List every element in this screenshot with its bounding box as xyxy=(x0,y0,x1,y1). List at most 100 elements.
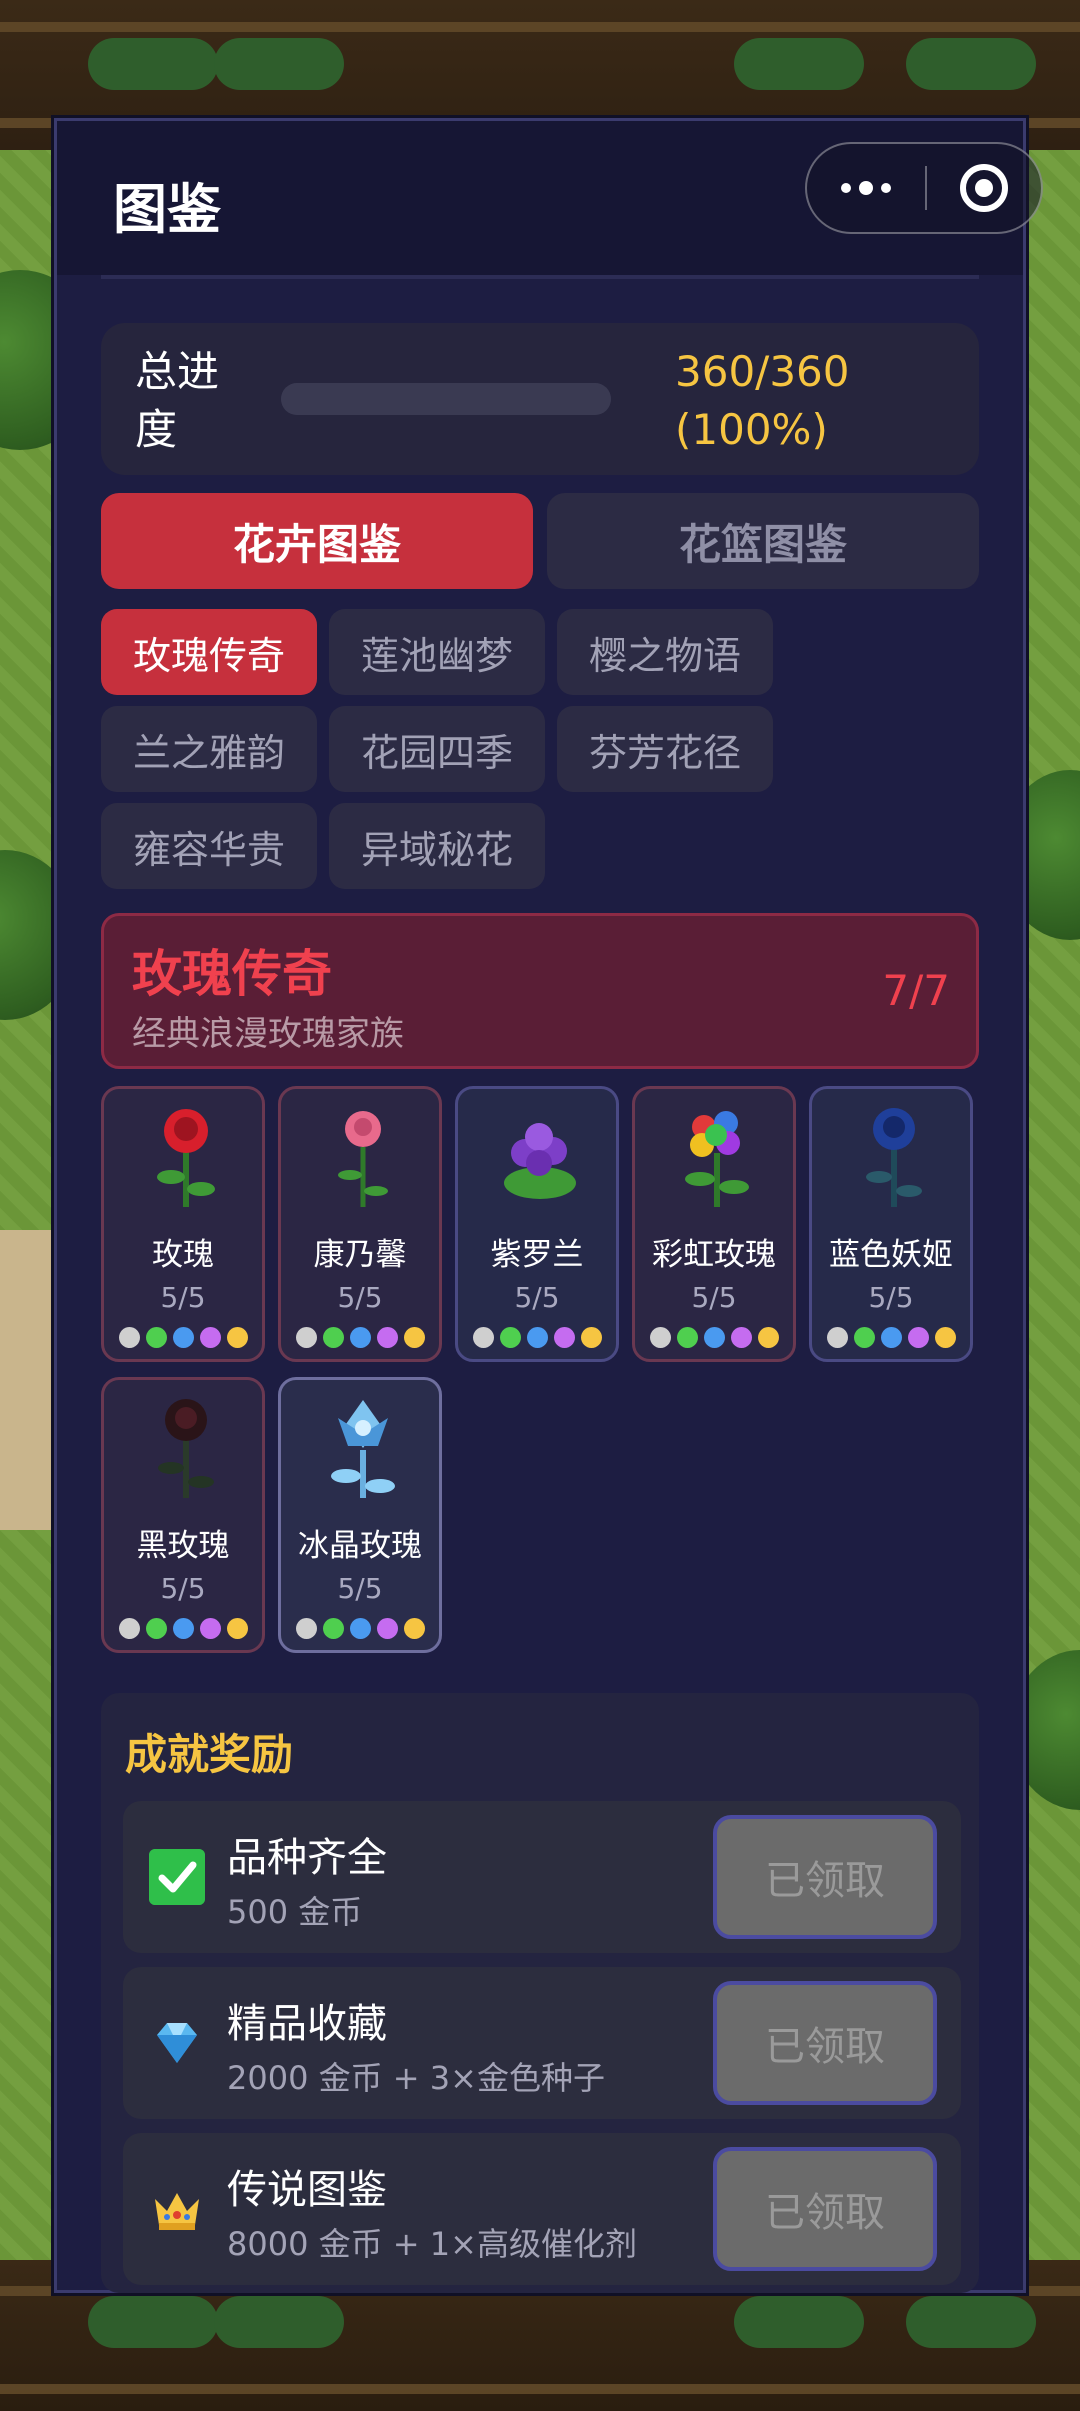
menu-capsule xyxy=(805,142,1043,234)
quality-dot xyxy=(322,1618,344,1639)
claimed-button[interactable]: 已领取 xyxy=(713,1981,937,2105)
series-tab-graceful-luxury[interactable]: 雍容华贵 xyxy=(101,803,317,889)
progress-value: 360/360 (100%) xyxy=(675,347,850,454)
quality-dot xyxy=(295,1327,317,1348)
quality-dot xyxy=(118,1618,140,1639)
quality-dot xyxy=(403,1618,425,1639)
achievement-reward: 2000 金币 + 3×金色种子 xyxy=(227,2059,605,2097)
quality-dot xyxy=(649,1327,671,1348)
flower-card-blue-rose[interactable]: 蓝色妖姬 5/5 xyxy=(809,1086,973,1362)
flower-card-violet[interactable]: 紫罗兰 5/5 xyxy=(455,1086,619,1362)
quality-dot xyxy=(703,1327,725,1348)
quality-dot xyxy=(349,1618,371,1639)
quality-dot xyxy=(376,1327,398,1348)
quality-dot xyxy=(376,1618,398,1639)
quality-dot xyxy=(172,1327,194,1348)
achievement-name: 品种齐全 xyxy=(227,1835,387,1881)
close-miniprogram-icon[interactable] xyxy=(927,164,1041,212)
quality-dot xyxy=(349,1327,371,1348)
quality-dot xyxy=(676,1327,698,1348)
quality-dot xyxy=(907,1327,929,1348)
flower-card-rose[interactable]: 玫瑰 5/5 xyxy=(101,1086,265,1362)
flower-card-rainbow-rose[interactable]: 彩虹玫瑰 5/5 xyxy=(632,1086,796,1362)
quality-dots xyxy=(281,1327,439,1348)
flower-name: 彩虹玫瑰 xyxy=(652,1237,776,1273)
panel-title: 图鉴 xyxy=(113,178,221,241)
quality-dot xyxy=(199,1618,221,1639)
flower-name: 紫罗兰 xyxy=(490,1237,584,1273)
series-count: 7/7 xyxy=(882,966,950,1015)
pink-carnation-icon xyxy=(338,1111,388,1207)
flower-count: 5/5 xyxy=(514,1281,560,1314)
achievement-reward: 500 金币 xyxy=(227,1893,363,1931)
quality-dot xyxy=(172,1618,194,1639)
progress-bar xyxy=(281,383,611,415)
series-tab-fragrant-path[interactable]: 芬芳花径 xyxy=(557,706,773,792)
more-options-icon[interactable] xyxy=(807,144,925,232)
quality-dot xyxy=(553,1327,575,1348)
achievement-name: 传说图鉴 xyxy=(227,2167,387,2213)
tab-basket-collection[interactable]: 花篮图鉴 xyxy=(547,493,979,589)
achievement-legend-collection: 传说图鉴 8000 金币 + 1×高级催化剂 已领取 xyxy=(123,2133,961,2285)
flower-card-black-rose[interactable]: 黑玫瑰 5/5 xyxy=(101,1377,265,1653)
quality-dot xyxy=(226,1618,248,1639)
flower-count: 5/5 xyxy=(337,1572,383,1605)
progress-bar-fill xyxy=(281,383,611,415)
flower-count: 5/5 xyxy=(691,1281,737,1314)
diamond-icon xyxy=(157,2023,197,2063)
flower-count: 5/5 xyxy=(868,1281,914,1314)
series-tab-garden-seasons[interactable]: 花园四季 xyxy=(329,706,545,792)
achievement-reward: 8000 金币 + 1×高级催化剂 xyxy=(227,2225,637,2263)
quality-dot xyxy=(226,1327,248,1348)
achievement-title: 成就奖励 xyxy=(125,1730,294,1779)
quality-dot xyxy=(934,1327,956,1348)
tab-flower-collection[interactable]: 花卉图鉴 xyxy=(101,493,533,589)
total-progress: 总进度 360/360 (100%) xyxy=(101,323,979,475)
flower-name: 玫瑰 xyxy=(152,1237,214,1273)
quality-dots xyxy=(281,1618,439,1639)
flower-name: 冰晶玫瑰 xyxy=(298,1528,422,1564)
series-tab-exotic-flowers[interactable]: 异域秘花 xyxy=(329,803,545,889)
flower-card-carnation[interactable]: 康乃馨 5/5 xyxy=(278,1086,442,1362)
crown-icon xyxy=(155,2193,199,2230)
violet-icon xyxy=(504,1123,576,1199)
quality-dot xyxy=(199,1327,221,1348)
claimed-button[interactable]: 已领取 xyxy=(713,2147,937,2271)
progress-label: 总进度 xyxy=(135,347,220,454)
claimed-button[interactable]: 已领取 xyxy=(713,1815,937,1939)
header-divider xyxy=(101,275,979,279)
series-tab-lotus-dream[interactable]: 莲池幽梦 xyxy=(329,609,545,695)
achievement-rewards: 成就奖励 品种齐全 500 金币 已领取 精品收藏 2000 金币 + 3×金色… xyxy=(101,1693,979,2293)
flower-name: 黑玫瑰 xyxy=(136,1528,230,1564)
quality-dot xyxy=(826,1327,848,1348)
flower-card-ice-rose[interactable]: 冰晶玫瑰 5/5 xyxy=(278,1377,442,1653)
series-header: 玫瑰传奇 经典浪漫玫瑰家族 7/7 xyxy=(101,913,979,1069)
quality-dots xyxy=(104,1618,262,1639)
ice-rose-icon xyxy=(331,1400,395,1498)
rainbow-rose-icon xyxy=(685,1111,749,1207)
quality-dot xyxy=(403,1327,425,1348)
quality-dot xyxy=(499,1327,521,1348)
flower-count: 5/5 xyxy=(337,1281,383,1314)
quality-dot xyxy=(580,1327,602,1348)
quality-dots xyxy=(812,1327,970,1348)
series-tab-sakura-story[interactable]: 樱之物语 xyxy=(557,609,773,695)
flower-count: 5/5 xyxy=(160,1281,206,1314)
quality-dot xyxy=(472,1327,494,1348)
quality-dots xyxy=(635,1327,793,1348)
blue-rose-icon xyxy=(866,1108,922,1207)
series-tab-orchid-elegance[interactable]: 兰之雅韵 xyxy=(101,706,317,792)
black-rose-icon xyxy=(158,1399,214,1498)
quality-dot xyxy=(526,1327,548,1348)
checkmark-icon xyxy=(149,1849,205,1905)
quality-dot xyxy=(145,1618,167,1639)
quality-dots xyxy=(458,1327,616,1348)
quality-dot xyxy=(880,1327,902,1348)
series-name: 玫瑰传奇 xyxy=(132,945,332,1003)
quality-dot xyxy=(853,1327,875,1348)
flower-name: 康乃馨 xyxy=(313,1237,407,1273)
achievement-premium-collection: 精品收藏 2000 金币 + 3×金色种子 已领取 xyxy=(123,1967,961,2119)
quality-dot xyxy=(145,1327,167,1348)
series-tab-rose-legend[interactable]: 玫瑰传奇 xyxy=(101,609,317,695)
quality-dot xyxy=(118,1327,140,1348)
